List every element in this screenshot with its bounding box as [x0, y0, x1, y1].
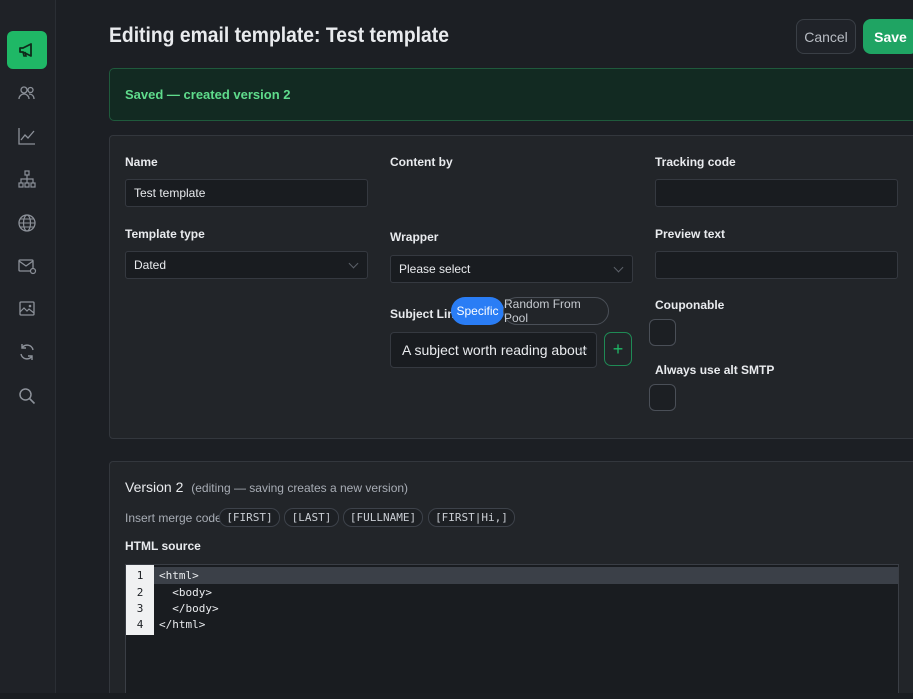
code-line: </body> [159, 602, 219, 615]
name-value: Test template [134, 186, 206, 200]
line-number: 2 [136, 586, 144, 599]
sidebar-item-sync[interactable] [7, 333, 47, 371]
page-title: Editing email template: Test template [109, 24, 449, 47]
sidebar-item-search[interactable] [7, 377, 47, 415]
merge-code-label: Insert merge code: [125, 511, 226, 525]
subject-mode-specific[interactable]: Specific [451, 297, 504, 325]
code-line: <html> [159, 569, 199, 582]
subject-mode-random[interactable]: Random From Pool [503, 297, 609, 325]
wrapper-label: Wrapper [390, 230, 439, 244]
sidebar-item-email[interactable] [7, 247, 47, 285]
tracking-code-label: Tracking code [655, 155, 736, 169]
line-number: 3 [136, 602, 144, 615]
subject-value: A subject worth reading about [402, 342, 587, 358]
version-title: Version 2 [125, 479, 184, 495]
version-card: Version 2 (editing — saving creates a ne… [109, 461, 913, 699]
active-line-highlight [154, 567, 898, 584]
chart-line-icon [18, 128, 35, 145]
sidebar-item-campaigns[interactable] [7, 31, 47, 69]
megaphone-icon [19, 43, 32, 57]
couponable-checkbox[interactable] [649, 319, 676, 346]
search-icon [19, 388, 36, 405]
version-heading: Version 2 (editing — saving creates a ne… [125, 479, 408, 495]
line-number: 1 [136, 569, 144, 582]
sidebar-item-users[interactable] [7, 74, 47, 112]
main-content: Editing email template: Test template Ca… [56, 0, 913, 699]
alt-smtp-checkbox[interactable] [649, 384, 676, 411]
email-at-icon [18, 259, 37, 275]
images-icon [19, 301, 35, 316]
success-alert: Saved — created version 2 [109, 68, 913, 121]
horizontal-scrollbar[interactable] [0, 693, 913, 699]
alt-smtp-label: Always use alt SMTP [655, 363, 775, 377]
plus-icon: + [612, 338, 624, 359]
merge-chip-fullname[interactable]: [FULLNAME] [343, 508, 423, 527]
merge-chip-first[interactable]: [FIRST] [219, 508, 280, 527]
sidebar-item-structure[interactable] [7, 160, 47, 198]
chevron-down-icon [348, 258, 359, 269]
template-settings-card: Name Test template Template type Dated C… [109, 135, 913, 439]
wrapper-value: Please select [399, 262, 471, 276]
preview-text-input[interactable] [655, 251, 898, 279]
sidebar [0, 0, 56, 699]
users-icon [18, 86, 35, 100]
couponable-label: Couponable [655, 298, 725, 312]
globe-icon [18, 214, 36, 232]
add-subject-button[interactable]: + [604, 332, 632, 366]
sitemap-icon [18, 170, 36, 188]
preview-text-label: Preview text [655, 227, 726, 241]
sidebar-item-media[interactable] [7, 290, 47, 328]
sidebar-item-domains[interactable] [7, 204, 47, 242]
html-source-editor[interactable]: 1 2 3 4 <html> <body> </body> </html> [125, 564, 899, 699]
cancel-button[interactable]: Cancel [796, 19, 856, 54]
line-number: 4 [136, 618, 144, 631]
version-note: (editing — saving creates a new version) [191, 481, 409, 495]
content-by-label: Content by [390, 155, 453, 169]
alert-text: Saved — created version 2 [125, 87, 291, 102]
tracking-code-input[interactable] [655, 179, 898, 207]
code-line: </html> [159, 618, 206, 631]
html-source-label: HTML source [125, 539, 201, 553]
code-line: <body> [159, 586, 212, 599]
refresh-icon [20, 344, 34, 360]
wrapper-select[interactable]: Please select [390, 255, 633, 283]
merge-chip-first-hi[interactable]: [FIRST|Hi,] [428, 508, 515, 527]
save-button[interactable]: Save [863, 19, 913, 54]
name-label: Name [125, 155, 158, 169]
template-type-select[interactable]: Dated [125, 251, 368, 279]
template-type-label: Template type [125, 227, 205, 241]
subject-select[interactable]: A subject worth reading about [390, 332, 597, 368]
name-field[interactable]: Test template [125, 179, 368, 207]
sidebar-item-analytics[interactable] [7, 117, 47, 155]
template-type-value: Dated [134, 258, 167, 272]
chevron-down-icon [613, 262, 624, 273]
merge-chip-last[interactable]: [LAST] [284, 508, 339, 527]
